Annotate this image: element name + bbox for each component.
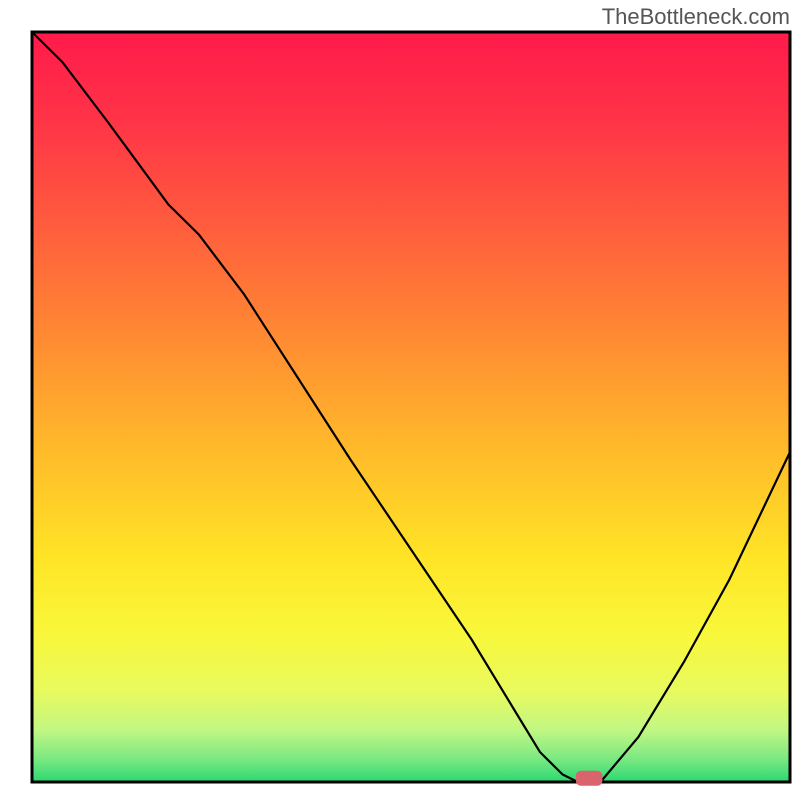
chart-container: TheBottleneck.com — [0, 0, 800, 800]
watermark-text: TheBottleneck.com — [602, 4, 790, 30]
plot-background — [32, 32, 790, 782]
bottleneck-chart — [0, 0, 800, 800]
optimum-marker — [576, 771, 603, 786]
